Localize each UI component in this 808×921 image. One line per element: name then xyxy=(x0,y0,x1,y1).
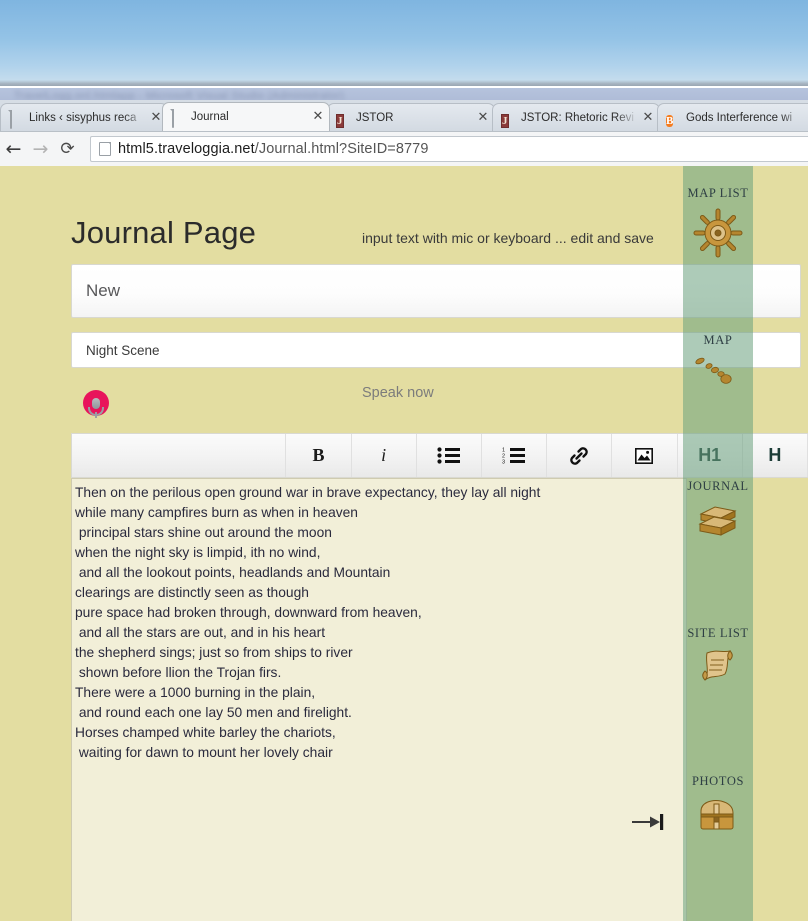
speech-status-label: Speak now xyxy=(362,385,434,401)
editor-line: while many campfires burn as when in hea… xyxy=(75,505,358,520)
editor-line: pure space had broken through, downward … xyxy=(75,605,422,620)
browser-tab-jstor[interactable]: J JSTOR ✕ xyxy=(327,103,495,131)
editor-line: waiting for dawn to mount her lovely cha… xyxy=(75,745,333,760)
numbered-list-icon: 1 2 3 xyxy=(502,447,526,464)
entry-title-value: Night Scene xyxy=(86,342,160,358)
url-host: html5.traveloggia.net xyxy=(118,141,255,157)
address-bar-url: html5.traveloggia.net/Journal.html?SiteI… xyxy=(118,141,429,157)
books-icon xyxy=(683,500,753,540)
sidebar-label: MAP LIST xyxy=(687,186,749,200)
image-button[interactable] xyxy=(612,434,678,477)
image-icon xyxy=(635,447,654,464)
editor-line: There were a 1000 burning in the plain, xyxy=(75,685,316,700)
url-path: /Journal.html?SiteID=8779 xyxy=(254,141,429,157)
jstor-icon: J xyxy=(336,113,344,128)
address-bar[interactable]: html5.traveloggia.net/Journal.html?SiteI… xyxy=(90,136,808,162)
sidebar-item-map-list[interactable]: MAP LIST xyxy=(683,186,753,259)
sidebar-label: PHOTOS xyxy=(692,774,744,788)
heading-1-button[interactable]: H1 xyxy=(678,434,743,477)
ships-wheel-icon xyxy=(683,207,753,259)
new-entry-input[interactable]: New xyxy=(71,264,801,318)
jstor-icon: J xyxy=(501,113,509,128)
page-content: Journal Page input text with mic or keyb… xyxy=(0,166,808,921)
editor-line: principal stars shine out around the moo… xyxy=(75,525,332,540)
reload-icon[interactable]: ⟳ xyxy=(54,141,81,158)
browser-tab-gods-interference[interactable]: B Gods Interference wi ✕ xyxy=(657,103,808,131)
browser-tab-jstor-rhetoric[interactable]: J JSTOR: Rhetoric Revi ✕ xyxy=(492,103,660,131)
italic-button[interactable]: i xyxy=(352,434,417,477)
editor-line: clearings are distinctly seen as though xyxy=(75,585,309,600)
entry-title-input[interactable]: Night Scene xyxy=(71,332,801,368)
blogger-icon: B xyxy=(666,114,674,127)
tab-strip: Links ‹ sisyphus reca ✕ Journal ✕ J JSTO… xyxy=(0,100,808,131)
chest-icon xyxy=(683,795,753,835)
page-tagline: input text with mic or keyboard ... edit… xyxy=(362,230,654,246)
browser-tab-journal[interactable]: Journal ✕ xyxy=(162,102,330,131)
toolbar-spacer xyxy=(72,434,287,477)
sidebar-item-photos[interactable]: PHOTOS xyxy=(683,774,753,835)
link-button[interactable] xyxy=(547,434,613,477)
ordered-list-button[interactable]: 1 2 3 xyxy=(482,434,548,477)
editor-line: Horses champed white barley the chariots… xyxy=(75,725,336,740)
desktop-background xyxy=(0,0,808,86)
close-icon[interactable]: ✕ xyxy=(641,110,655,125)
editor-toolbar: B i 1 2 3 H1 H xyxy=(71,433,808,478)
page-title: Journal Page xyxy=(71,215,257,250)
tab-title: Journal xyxy=(191,111,229,123)
tab-title: JSTOR xyxy=(356,111,394,124)
editor-line: and all the stars are out, and in his he… xyxy=(75,625,326,640)
close-icon[interactable]: ✕ xyxy=(476,110,490,125)
editor-line: and all the lookout points, headlands an… xyxy=(75,565,391,580)
browser-chrome: Links ‹ sisyphus reca ✕ Journal ✕ J JSTO… xyxy=(0,100,808,167)
tab-title: JSTOR: Rhetoric Revi xyxy=(521,111,634,124)
heading-2-button[interactable]: H xyxy=(743,434,808,477)
editor-line: the shepherd sings; just so from ships t… xyxy=(75,645,353,660)
microphone-icon[interactable] xyxy=(83,390,109,418)
screenshot-root: TravelLogg.onl.htmlapp - Microsoft Visua… xyxy=(0,0,808,921)
bold-button[interactable]: B xyxy=(286,434,352,477)
page-info-icon[interactable] xyxy=(99,142,111,156)
back-icon[interactable]: ← xyxy=(0,140,27,159)
tab-indent-icon xyxy=(630,811,664,833)
sidebar-label: JOURNAL xyxy=(687,479,749,493)
sidebar-item-journal[interactable]: JOURNAL xyxy=(683,479,753,540)
journal-text-editor[interactable]: Then on the perilous open ground war in … xyxy=(71,478,687,921)
sidebar-item-site-list[interactable]: SITE LIST xyxy=(683,626,753,689)
browser-tab-links[interactable]: Links ‹ sisyphus reca ✕ xyxy=(0,103,168,131)
close-icon[interactable]: ✕ xyxy=(311,110,325,124)
scroll-icon xyxy=(683,647,753,689)
editor-line: shown before llion the Trojan firs. xyxy=(75,665,282,680)
close-icon[interactable]: ✕ xyxy=(149,110,163,125)
page-icon xyxy=(171,109,185,128)
bullet-list-icon xyxy=(437,447,461,464)
editor-line: Then on the perilous open ground war in … xyxy=(75,485,541,500)
svg-text:3: 3 xyxy=(502,460,505,464)
browser-nav-toolbar: ← → ⟳ html5.traveloggia.net/Journal.html… xyxy=(0,131,808,167)
forward-icon[interactable]: → xyxy=(27,140,54,159)
tab-title: Links ‹ sisyphus reca xyxy=(29,111,137,124)
tab-title: Gods Interference wi xyxy=(686,111,793,124)
editor-line: when the night sky is limpid, ith no win… xyxy=(75,545,321,560)
link-icon xyxy=(568,446,590,466)
new-entry-value: New xyxy=(86,281,121,300)
page-icon xyxy=(9,109,23,129)
editor-line: and round each one lay 50 men and fireli… xyxy=(75,705,352,720)
sidebar-label: SITE LIST xyxy=(687,626,749,640)
unordered-list-button[interactable] xyxy=(417,434,482,477)
